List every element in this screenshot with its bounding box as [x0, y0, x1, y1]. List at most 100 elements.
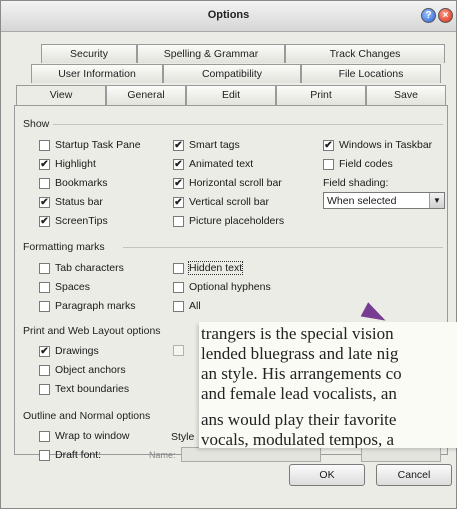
checkbox-label: Vertical scroll bar: [189, 196, 269, 208]
checkbox-box[interactable]: ✔: [173, 158, 184, 170]
checkbox-wrap-to-window[interactable]: Wrap to window: [39, 430, 130, 442]
checkbox-label: ScreenTips: [55, 215, 108, 227]
tab-print[interactable]: Print: [276, 85, 366, 106]
tab-save[interactable]: Save: [366, 85, 446, 106]
show-separator: [53, 124, 443, 125]
checkbox-bookmarks[interactable]: Bookmarks: [39, 177, 108, 189]
checkbox-all[interactable]: All: [173, 300, 201, 312]
close-icon[interactable]: ×: [438, 8, 453, 23]
checkbox-horizontal-scroll-bar[interactable]: ✔ Horizontal scroll bar: [173, 177, 282, 189]
document-text-overlay: trangers is the special vision lended bl…: [199, 322, 457, 414]
print-layout-heading: Print and Web Layout options: [23, 325, 161, 337]
tab-compatibility[interactable]: Compatibility: [163, 64, 301, 83]
checkbox-box[interactable]: [39, 430, 50, 442]
draft-font-name-field[interactable]: [181, 447, 321, 462]
checkbox-box[interactable]: ✔: [39, 215, 50, 227]
checkbox-vertical-scroll-bar[interactable]: ✔ Vertical scroll bar: [173, 196, 269, 208]
tab-edit[interactable]: Edit: [186, 85, 276, 106]
checkbox-box[interactable]: [39, 449, 50, 461]
show-heading: Show: [23, 118, 50, 130]
checkbox-box[interactable]: [173, 215, 184, 227]
tab-general[interactable]: General: [106, 85, 186, 106]
hidden-checkbox[interactable]: [173, 345, 184, 356]
field-shading-label: Field shading:: [323, 177, 389, 189]
checkbox-picture-placeholders[interactable]: Picture placeholders: [173, 215, 284, 227]
checkbox-box[interactable]: [173, 281, 184, 293]
tab-security[interactable]: Security: [41, 44, 137, 63]
checkbox-highlight[interactable]: ✔ Highlight: [39, 158, 96, 170]
checkbox-label: Horizontal scroll bar: [189, 177, 282, 189]
cancel-button[interactable]: Cancel: [376, 464, 452, 486]
overlay-line: ans would play their favorite: [201, 414, 397, 429]
checkbox-label: Windows in Taskbar: [339, 139, 433, 151]
draft-font-size-field[interactable]: [361, 447, 441, 462]
tab-user-information[interactable]: User Information: [31, 64, 163, 83]
help-icon[interactable]: ?: [421, 8, 436, 23]
checkbox-animated-text[interactable]: ✔ Animated text: [173, 158, 253, 170]
checkbox-label: Startup Task Pane: [55, 139, 141, 151]
tab-view[interactable]: View: [16, 85, 106, 106]
checkbox-box[interactable]: [39, 262, 50, 274]
overlay-line: vocals, modulated tempos, a: [201, 430, 395, 448]
checkbox-box[interactable]: ✔: [39, 345, 50, 357]
field-shading-select[interactable]: When selected ▼: [323, 192, 445, 209]
checkbox-optional-hyphens[interactable]: Optional hyphens: [173, 281, 271, 293]
checkbox-box[interactable]: ✔: [39, 158, 50, 170]
checkbox-box[interactable]: [39, 177, 50, 189]
checkbox-box[interactable]: ✔: [173, 139, 184, 151]
checkbox-box[interactable]: [39, 383, 50, 395]
checkbox-drawings[interactable]: ✔ Drawings: [39, 345, 99, 357]
checkbox-label: Picture placeholders: [189, 215, 285, 227]
tab-row-3: View General Edit Print Save: [16, 85, 446, 106]
checkbox-label: Object anchors: [55, 364, 126, 376]
tab-file-locations[interactable]: File Locations: [301, 64, 441, 83]
checkbox-object-anchors[interactable]: Object anchors: [39, 364, 126, 376]
checkbox-box[interactable]: [39, 300, 50, 312]
tab-spelling-grammar[interactable]: Spelling & Grammar: [137, 44, 285, 63]
checkbox-startup-task-pane[interactable]: Startup Task Pane: [39, 139, 141, 151]
checkbox-box[interactable]: [173, 262, 184, 274]
checkbox-box[interactable]: ✔: [173, 196, 184, 208]
checkbox-box[interactable]: ✔: [323, 139, 334, 151]
checkbox-screentips[interactable]: ✔ ScreenTips: [39, 215, 108, 227]
formatting-separator: [123, 247, 443, 248]
tab-row-2: User Information Compatibility File Loca…: [31, 64, 441, 83]
name-label: Name:: [149, 450, 176, 460]
checkbox-label: Tab characters: [55, 262, 124, 274]
options-dialog: Options ? × Security Spelling & Grammar …: [0, 0, 457, 509]
ok-button[interactable]: OK: [289, 464, 365, 486]
checkbox-label: Text boundaries: [55, 383, 130, 395]
overlay-line: lended bluegrass and late nig: [201, 344, 399, 363]
checkbox-hidden-text[interactable]: Hidden text: [173, 261, 244, 275]
checkbox-box[interactable]: [39, 364, 50, 376]
formatting-marks-heading: Formatting marks: [23, 241, 105, 253]
checkbox-label: Smart tags: [189, 139, 240, 151]
checkbox-box[interactable]: ✔: [39, 196, 50, 208]
checkbox-field-codes[interactable]: Field codes: [323, 158, 393, 170]
outline-heading: Outline and Normal options: [23, 410, 151, 422]
checkbox-paragraph-marks[interactable]: Paragraph marks: [39, 300, 136, 312]
checkbox-smart-tags[interactable]: ✔ Smart tags: [173, 139, 240, 151]
checkbox-box[interactable]: [173, 300, 184, 312]
checkbox-box[interactable]: ✔: [173, 177, 184, 189]
checkbox-box[interactable]: [323, 158, 334, 170]
checkbox-spaces[interactable]: Spaces: [39, 281, 90, 293]
checkbox-label: Animated text: [189, 158, 254, 170]
checkbox-label: All: [189, 300, 201, 312]
checkbox-label: Draft font:: [55, 449, 102, 461]
checkbox-windows-in-taskbar[interactable]: ✔ Windows in Taskbar: [323, 139, 432, 151]
title-bar: Options ? ×: [1, 1, 456, 32]
checkbox-draft-font[interactable]: Draft font:: [39, 449, 101, 461]
checkbox-box[interactable]: [39, 139, 50, 151]
checkbox-box[interactable]: [39, 281, 50, 293]
window-title: Options: [207, 9, 250, 21]
chevron-down-icon[interactable]: ▼: [429, 193, 444, 208]
checkbox-tab-characters[interactable]: Tab characters: [39, 262, 124, 274]
checkbox-text-boundaries[interactable]: Text boundaries: [39, 383, 129, 395]
tab-track-changes[interactable]: Track Changes: [285, 44, 445, 63]
field-shading-value: When selected: [327, 194, 397, 207]
checkbox-status-bar[interactable]: ✔ Status bar: [39, 196, 103, 208]
document-text-overlay-lower: ans would play their favorite vocals, mo…: [199, 414, 457, 448]
style-label: Style: [171, 431, 195, 443]
checkbox-label: Field codes: [339, 158, 393, 170]
